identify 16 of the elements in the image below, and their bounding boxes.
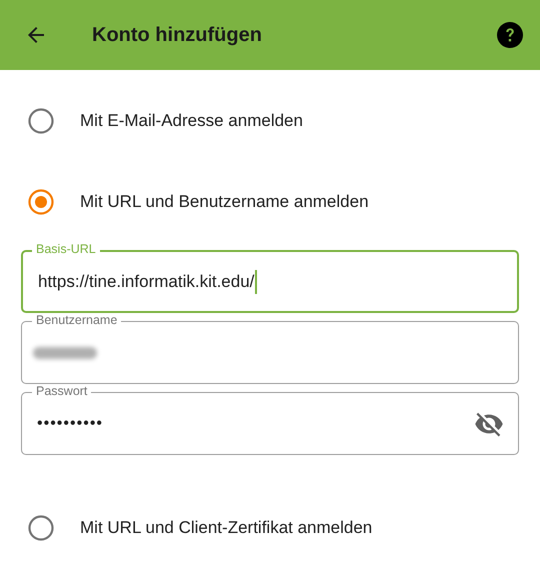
help-icon <box>496 21 524 49</box>
radio-button[interactable] <box>28 515 54 541</box>
field-label: Benutzername <box>32 313 122 327</box>
option-label[interactable]: Mit URL und Client-Zertifikat anmelden <box>80 518 372 538</box>
field-value: https://tine.informatik.kit.edu/ <box>38 272 254 292</box>
text-cursor <box>255 270 258 294</box>
field-label: Basis-URL <box>32 242 100 256</box>
radio-button[interactable] <box>28 108 54 134</box>
password-value: •••••••••• <box>37 414 104 432</box>
field-label: Passwort <box>32 384 92 398</box>
screen-title: Konto hinzufügen <box>92 24 263 46</box>
help-button[interactable] <box>496 21 524 49</box>
radio-button[interactable] <box>28 189 54 215</box>
blurred-value <box>33 346 97 358</box>
option-label[interactable]: Mit URL und Benutzername anmelden <box>80 192 369 212</box>
option-label[interactable]: Mit E-Mail-Adresse anmelden <box>80 111 303 131</box>
